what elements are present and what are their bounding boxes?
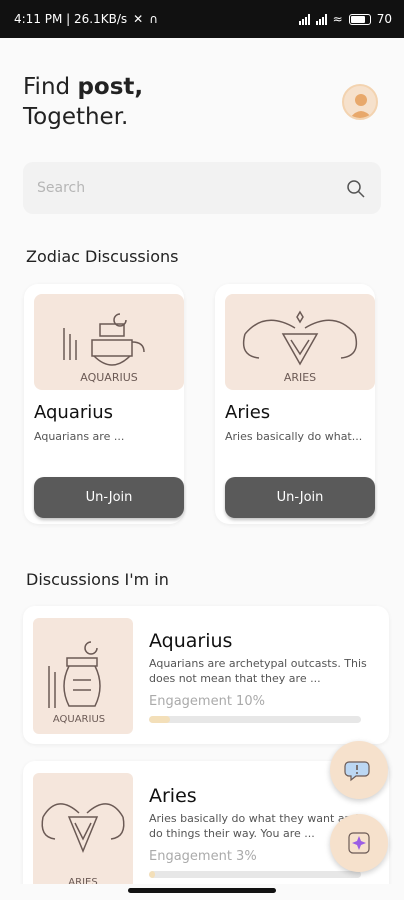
zodiac-card-desc: Aquarians are ... <box>34 430 125 443</box>
battery-level: 70 <box>376 12 392 26</box>
signal-icon <box>298 13 310 25</box>
aquarius-image: AQUARIUS <box>34 294 184 390</box>
zodiac-card-title: Aries <box>225 402 271 423</box>
engagement-fill <box>149 716 171 723</box>
wifi-icon: ≈ <box>332 12 343 26</box>
discussion-title: Aquarius <box>149 630 233 652</box>
search-icon[interactable] <box>345 177 367 199</box>
discussion-title: Aries <box>149 785 197 807</box>
navigation-bar <box>0 884 404 900</box>
section-title-my-discussions: Discussions I'm in <box>26 570 169 589</box>
page-title: Find post, Together. <box>23 74 144 130</box>
engagement-label: Engagement 3% <box>149 849 257 864</box>
battery-icon <box>348 13 371 25</box>
headset-icon: ∩ <box>149 12 158 26</box>
status-time: 4:11 PM | 26.1KB/s <box>14 12 128 26</box>
zodiac-card-aquarius[interactable]: AQUARIUS Aquarius Aquarians are ... Un-J… <box>24 284 184 524</box>
discussion-item-aquarius[interactable]: AQUARIUS Aquarius Aquarians are archetyp… <box>23 606 389 744</box>
engagement-fill <box>149 871 156 878</box>
aquarius-thumbnail-label: AQUARIUS <box>53 714 105 725</box>
section-title-zodiac: Zodiac Discussions <box>26 247 179 266</box>
aries-image: ARIES <box>225 294 375 390</box>
search-input[interactable]: Search <box>37 180 85 196</box>
aquarius-image-label: AQUARIUS <box>80 371 138 384</box>
sparkle-add-icon <box>348 832 370 854</box>
aquarius-thumbnail: AQUARIUS <box>33 618 133 734</box>
unjoin-button-aries[interactable]: Un-Join <box>225 477 375 518</box>
aries-thumbnail: ARIES <box>33 773 133 889</box>
aries-image-label: ARIES <box>284 371 316 384</box>
engagement-label: Engagement 10% <box>149 694 265 709</box>
chat-fab[interactable] <box>330 741 388 799</box>
engagement-progress <box>149 871 361 878</box>
search-bar[interactable]: Search <box>23 162 381 214</box>
discussion-desc: Aquarians are archetypal outcasts. This … <box>149 657 367 685</box>
zodiac-card-aries[interactable]: ARIES Aries Aries basically do what... U… <box>215 284 375 524</box>
vibrate-off-icon: ✕ <box>133 12 144 26</box>
home-handle[interactable] <box>128 888 276 893</box>
add-post-fab[interactable] <box>330 814 388 872</box>
engagement-progress <box>149 716 361 723</box>
signal-icon-2 <box>315 13 327 25</box>
unjoin-button-aquarius[interactable]: Un-Join <box>34 477 184 518</box>
chat-bubble-icon <box>344 761 370 782</box>
zodiac-card-title: Aquarius <box>34 402 114 423</box>
avatar[interactable] <box>342 84 378 120</box>
status-bar: 4:11 PM | 26.1KB/s ✕ ∩ ≈ 70 <box>0 0 404 38</box>
zodiac-card-desc: Aries basically do what... <box>225 430 363 443</box>
